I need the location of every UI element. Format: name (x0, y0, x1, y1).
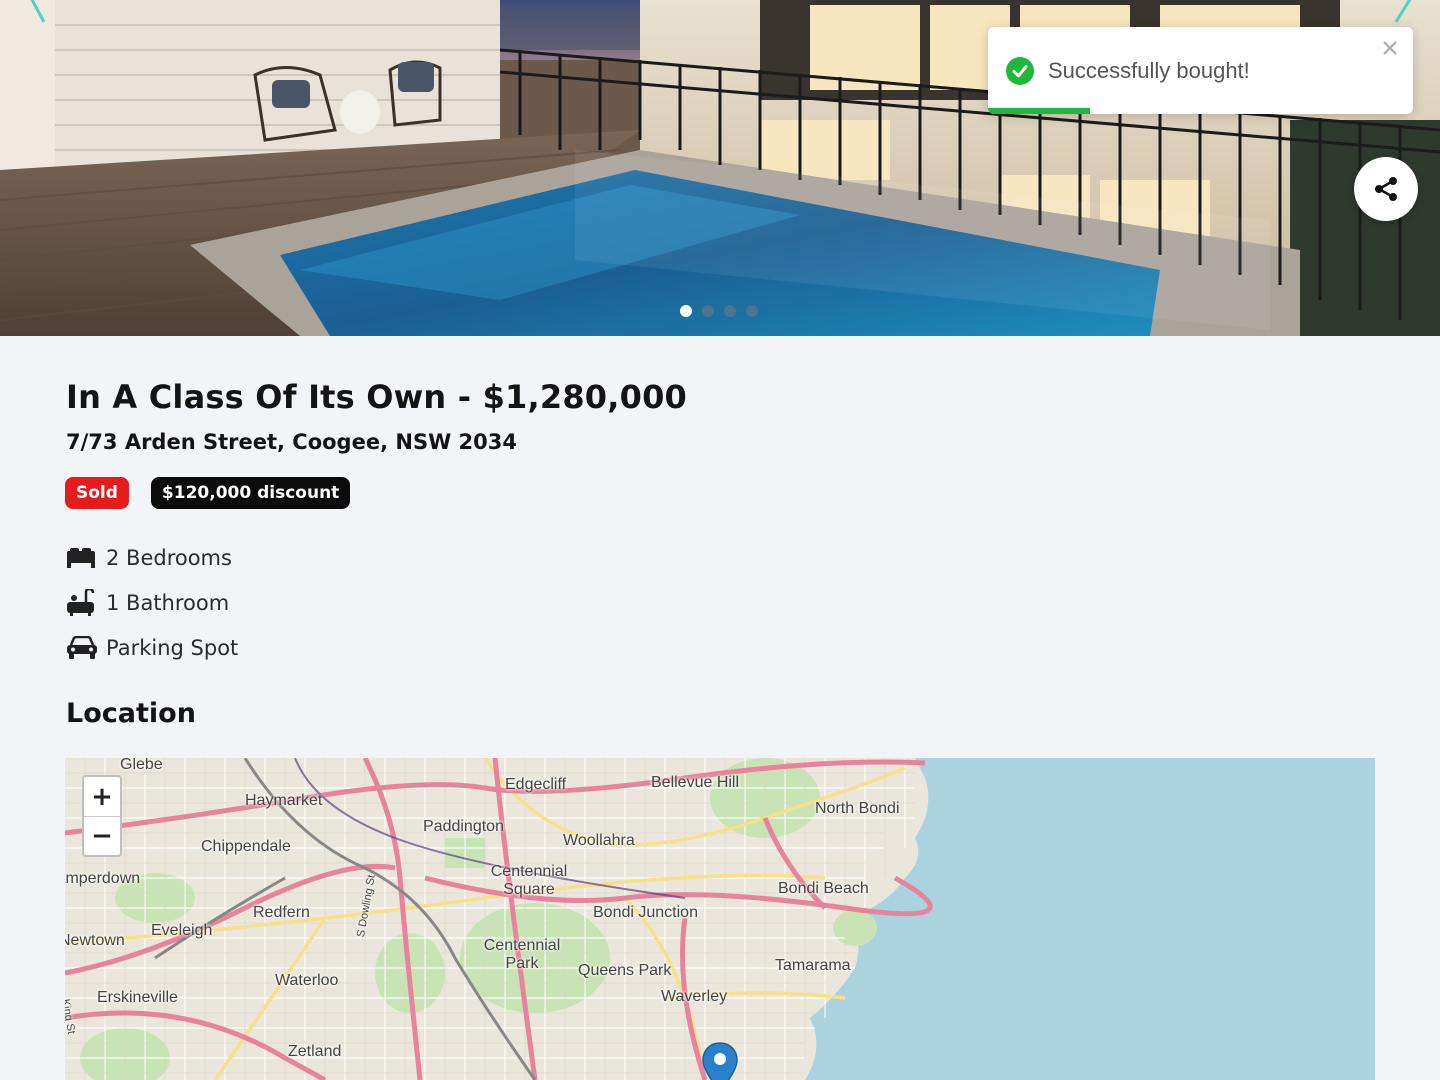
map-place-label: Bellevue Hill (651, 774, 740, 791)
map-place-label: Tamarama (775, 957, 851, 974)
check-circle-icon (1006, 57, 1034, 85)
toast-message: Successfully bought! (1048, 58, 1250, 83)
map-place-label: Paddington (423, 818, 504, 835)
share-icon (1375, 177, 1397, 201)
map-place-label: Chippendale (201, 838, 291, 855)
carousel-dot[interactable] (724, 305, 736, 317)
map-place-label: Bondi Junction (593, 904, 698, 921)
close-icon[interactable] (1379, 37, 1401, 59)
map-place-label: Centennial Park (483, 937, 561, 973)
map-place-label: Waterloo (275, 972, 339, 989)
listing-title: In A Class Of Its Own - $1,280,000 (66, 378, 688, 416)
toast-progress-bar (988, 108, 1413, 114)
map-place-label: Edgecliff (505, 776, 567, 793)
location-heading: Location (66, 698, 196, 729)
map-pin-icon[interactable] (702, 1042, 738, 1080)
carousel-dot[interactable] (746, 305, 758, 317)
map-place-label: Woollahra (563, 832, 635, 849)
map-place-label: Redfern (253, 904, 310, 921)
listing-badges: Sold $120,000 discount (65, 477, 351, 509)
bath-icon (66, 588, 98, 617)
feature-label: 1 Bathroom (106, 590, 230, 615)
map-place-label: Erskineville (97, 989, 178, 1006)
chevron-right-icon (1394, 0, 1412, 23)
map-place-label: Queens Park (578, 962, 672, 979)
bed-icon (66, 544, 98, 572)
map-place-label: Haymarket (245, 792, 323, 809)
sold-badge: Sold (65, 477, 129, 509)
map-place-label: Bondi Beach (778, 880, 869, 897)
feature-list: 2 Bedrooms 1 Bathroom Parking Spot (66, 535, 238, 670)
toast-progress-fill (988, 108, 1090, 114)
carousel-dot[interactable] (702, 305, 714, 317)
map-place-label: Newtown (65, 932, 125, 949)
map-place-label: North Bondi (815, 800, 900, 817)
chevron-left-icon (30, 0, 46, 23)
map-place-label: Waverley (661, 988, 728, 1005)
map-place-label: Zetland (288, 1043, 342, 1060)
success-toast: Successfully bought! (988, 27, 1413, 114)
feature-bedrooms: 2 Bedrooms (66, 535, 238, 580)
map-place-label: Centennial Square (490, 863, 568, 899)
map-zoom-control: + − (82, 775, 122, 857)
carousel-dots (680, 305, 758, 317)
feature-parking: Parking Spot (66, 625, 238, 670)
previous-slide-button[interactable] (0, 0, 46, 26)
zoom-out-button[interactable]: − (84, 816, 120, 855)
next-slide-button[interactable] (1394, 0, 1440, 26)
discount-badge: $120,000 discount (150, 477, 351, 509)
listing-address: 7/73 Arden Street, Coogee, NSW 2034 (66, 430, 517, 454)
carousel-dot[interactable] (680, 305, 692, 317)
car-icon (66, 634, 98, 662)
feature-bathrooms: 1 Bathroom (66, 580, 238, 625)
map-place-label: Camperdown (65, 870, 141, 887)
location-map[interactable]: Glebe Haymarket Edgecliff Bellevue Hill … (65, 758, 1375, 1080)
zoom-in-button[interactable]: + (84, 777, 120, 816)
share-button[interactable] (1354, 157, 1418, 221)
map-place-label: Eveleigh (151, 922, 213, 939)
feature-label: Parking Spot (106, 635, 239, 660)
map-place-label: Glebe (120, 758, 163, 773)
feature-label: 2 Bedrooms (106, 545, 232, 570)
